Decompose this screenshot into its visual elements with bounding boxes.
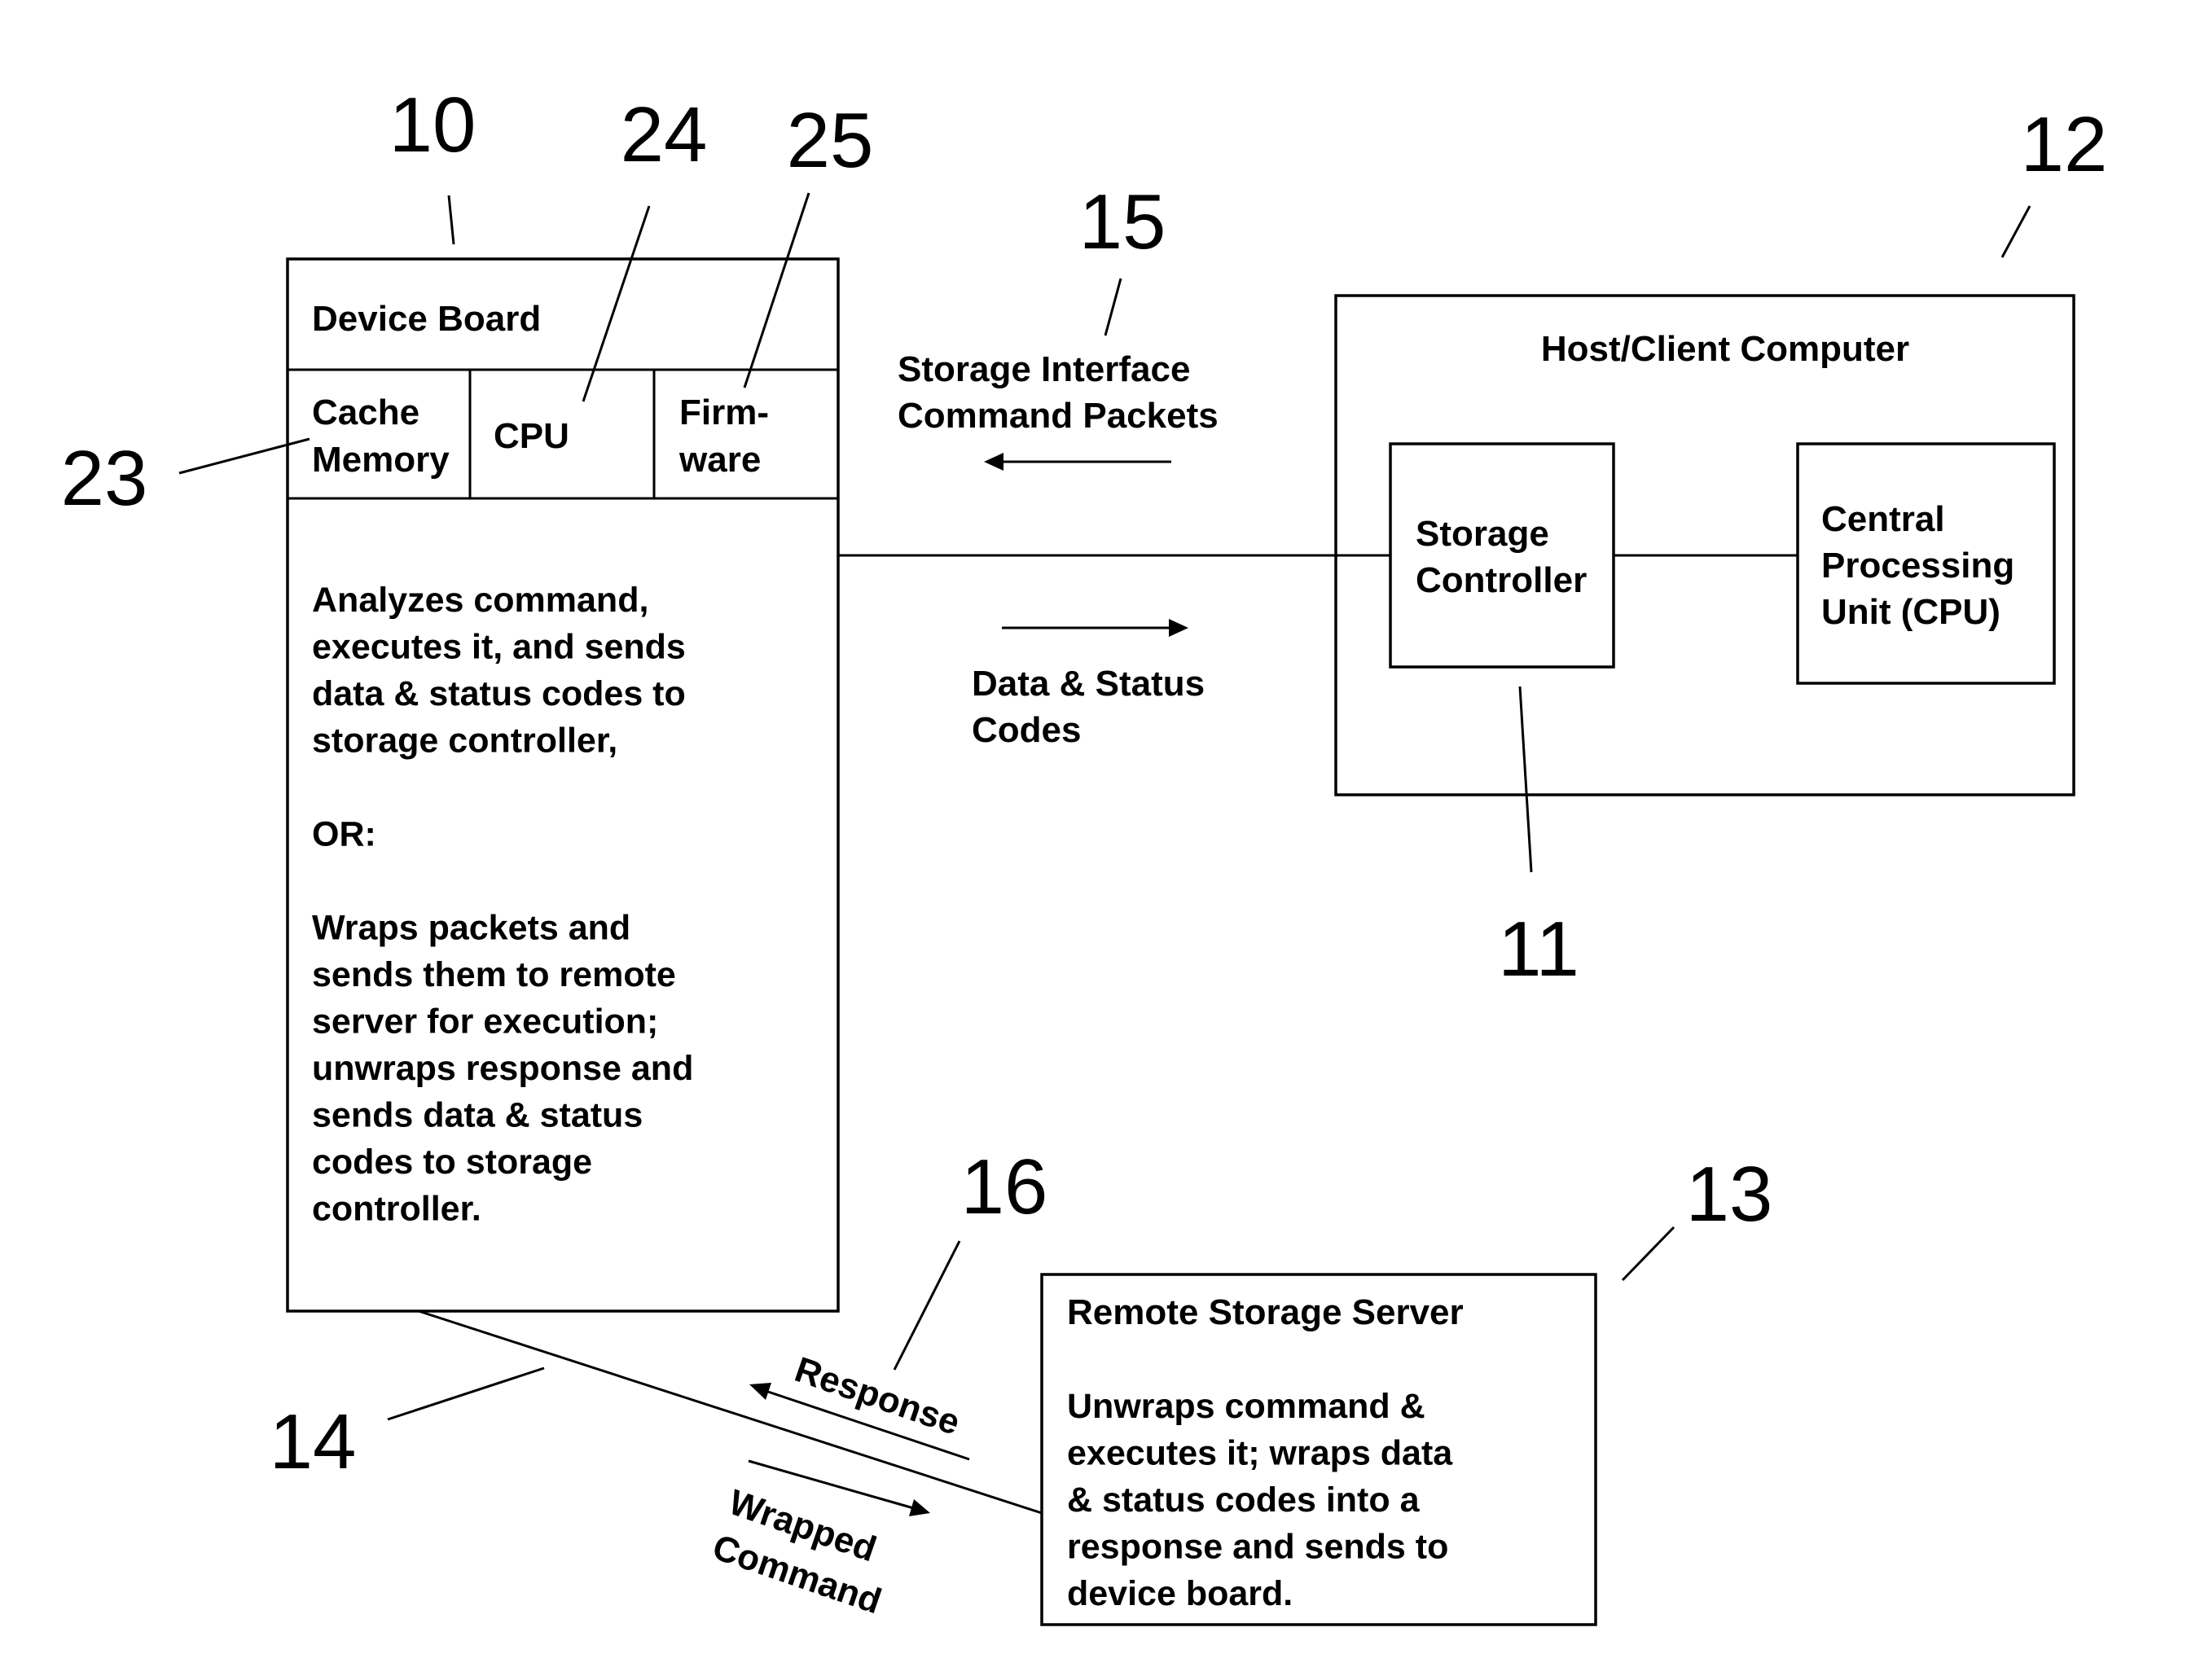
- remote-server-description-line: executes it; wraps data: [1067, 1434, 1453, 1473]
- leader-11: [1518, 686, 1533, 873]
- refnum-16: 16: [961, 1143, 1048, 1230]
- left-arrow-icon: [984, 453, 1171, 471]
- command-packets-label-line2: Command Packets: [898, 396, 1219, 436]
- refnum-23: 23: [61, 435, 148, 522]
- remote-server-description-line: response and sends to: [1067, 1528, 1448, 1567]
- device-board-description-line: unwraps response and: [312, 1049, 693, 1088]
- leader-12: [2000, 205, 2031, 258]
- remote-server-description-line: & status codes into a: [1067, 1480, 1421, 1520]
- host-client-computer: Host/Client Computer Storage Controller …: [1334, 294, 2075, 796]
- storage-controller-box: [1389, 442, 1615, 669]
- device-board-description-line: controller.: [312, 1190, 481, 1229]
- device-board-description-line: data & status codes to: [312, 674, 686, 713]
- device-board-description-line: Wraps packets and: [312, 909, 630, 948]
- command-packets-label-line1: Storage Interface: [898, 349, 1190, 389]
- refnum-14: 14: [270, 1398, 357, 1485]
- device-board-description-line: OR:: [312, 815, 376, 854]
- device-board: Device Board Cache Memory CPU Firm- ware…: [286, 257, 840, 1313]
- remote-storage-server: Remote Storage Server Unwraps command & e…: [1040, 1273, 1597, 1626]
- refnum-13: 13: [1686, 1151, 1773, 1238]
- data-status-label-line1: Data & Status: [972, 664, 1205, 704]
- refnum-24: 24: [621, 91, 708, 178]
- host-cpu-label-line3: Unit (CPU): [1821, 592, 2000, 632]
- cache-memory-label-line2: Memory: [312, 440, 450, 480]
- device-board-description-line: executes it, and sends: [312, 628, 686, 667]
- data-status-label-line2: Codes: [972, 710, 1081, 750]
- leader-15: [1104, 278, 1122, 336]
- storage-interface-link: Storage Interface Command Packets Data &…: [838, 349, 1390, 750]
- refnum-12: 12: [2021, 101, 2108, 188]
- device-board-description-line: sends them to remote: [312, 955, 676, 994]
- leader-25: [743, 192, 810, 388]
- cpu-cell-label: CPU: [494, 416, 569, 456]
- storage-controller-label-line1: Storage: [1416, 514, 1549, 554]
- leader-14: [387, 1366, 545, 1421]
- device-board-description-line: Analyzes command,: [312, 581, 648, 620]
- right-arrow-icon: [1002, 619, 1188, 637]
- device-board-description-line: codes to storage: [312, 1143, 592, 1182]
- refnum-25: 25: [787, 97, 874, 184]
- remote-server-description-line: Unwraps command &: [1067, 1387, 1425, 1426]
- network-link: Response Wrapped Command: [418, 1309, 1043, 1621]
- host-computer-title: Host/Client Computer: [1541, 329, 1909, 369]
- leader-23: [178, 437, 310, 475]
- device-board-description-line: sends data & status: [312, 1096, 643, 1135]
- remote-server-description: Unwraps command & executes it; wraps data…: [1067, 1387, 1453, 1613]
- host-cpu-label-line2: Processing: [1821, 546, 2014, 586]
- firmware-label-line1: Firm-: [679, 393, 769, 432]
- remote-server-title: Remote Storage Server: [1067, 1292, 1464, 1332]
- refnum-11: 11: [1498, 906, 1579, 993]
- leader-16: [893, 1240, 961, 1371]
- host-cpu-label-line1: Central: [1821, 499, 1945, 539]
- leader-10: [447, 195, 455, 245]
- leader-24: [582, 205, 651, 402]
- patent-diagram: Device Board Cache Memory CPU Firm- ware…: [61, 81, 2108, 1626]
- storage-controller-label-line2: Controller: [1416, 560, 1587, 600]
- device-board-description-line: server for execution;: [312, 1002, 658, 1042]
- device-board-description-line: storage controller,: [312, 722, 617, 761]
- device-board-description: Analyzes command, executes it, and sends d…: [312, 581, 693, 1229]
- cache-memory-label-line1: Cache: [312, 393, 419, 432]
- leader-13: [1621, 1226, 1675, 1282]
- remote-server-description-line: device board.: [1067, 1574, 1293, 1613]
- device-board-title: Device Board: [312, 299, 541, 339]
- firmware-label-line2: ware: [678, 440, 761, 480]
- refnum-15: 15: [1079, 178, 1166, 265]
- refnum-10: 10: [389, 81, 476, 169]
